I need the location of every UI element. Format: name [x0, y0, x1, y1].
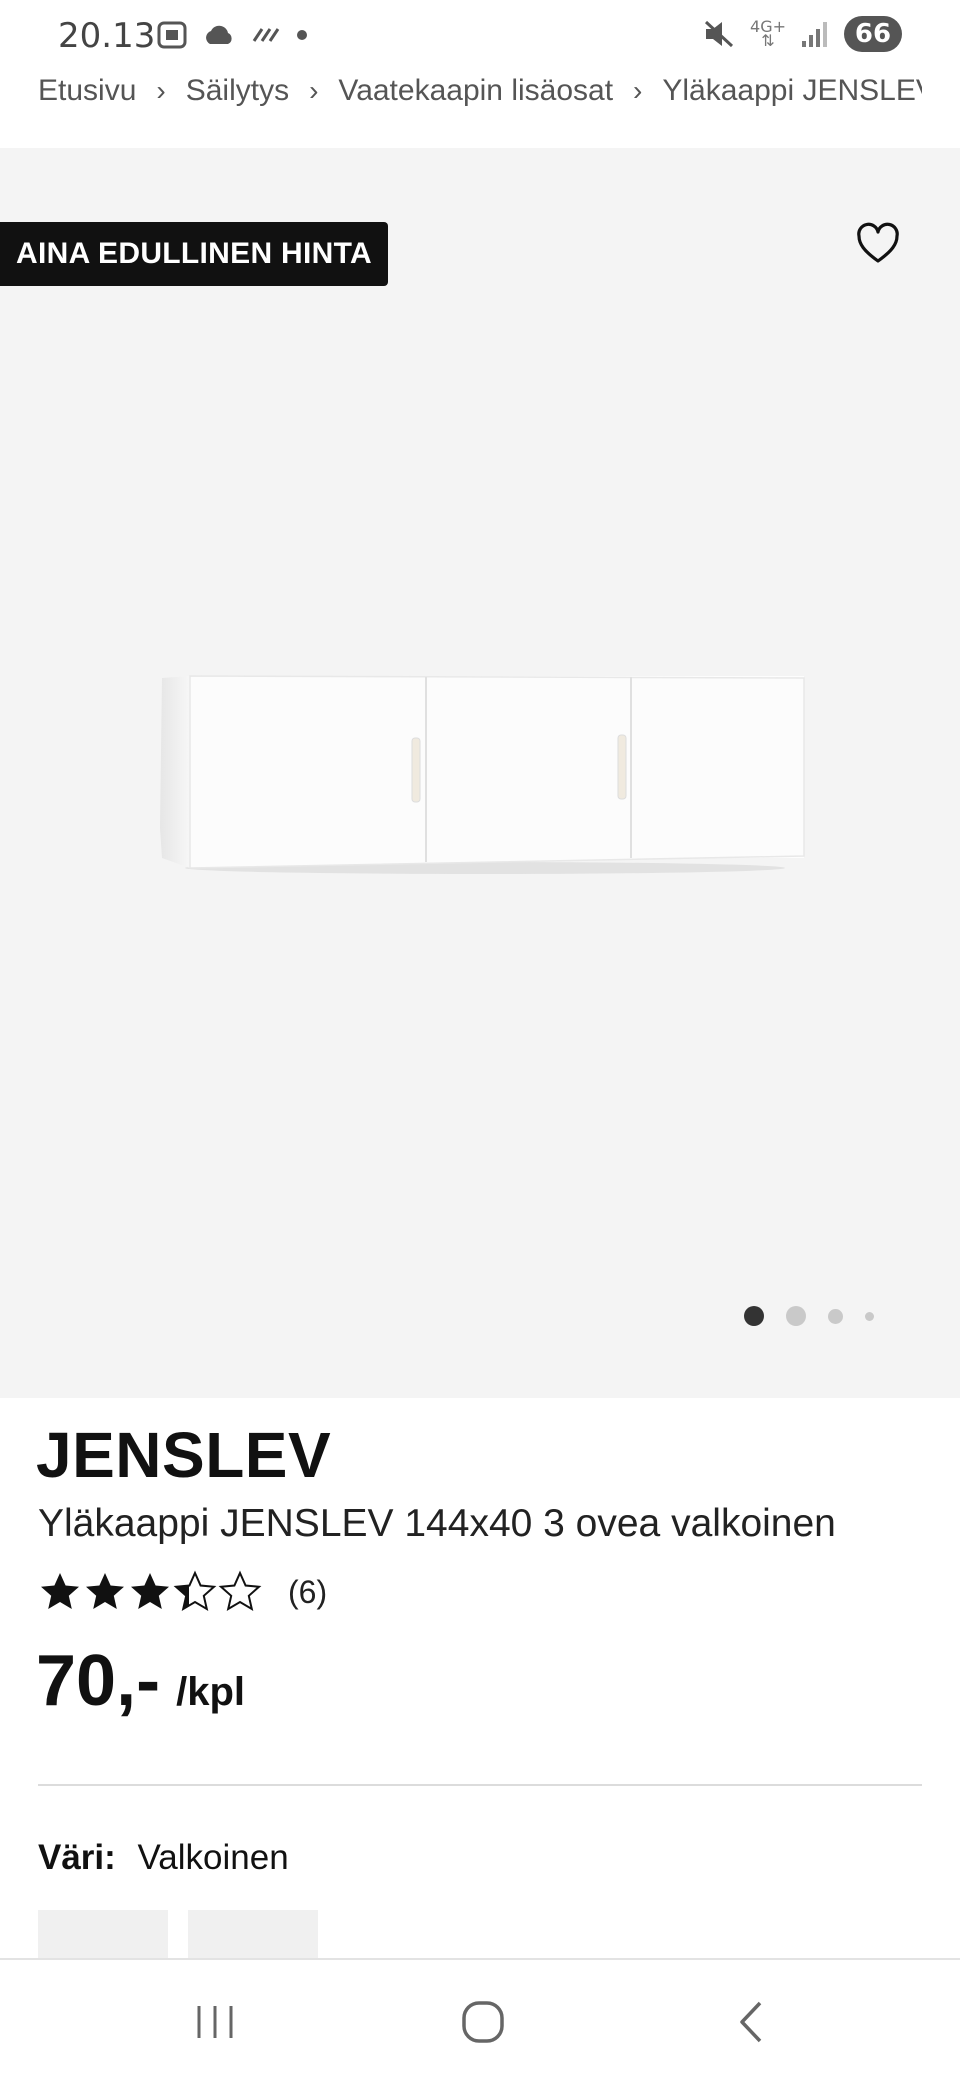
- navigation-bar: [0, 1958, 960, 2082]
- color-swatch[interactable]: [188, 1910, 318, 1960]
- home-button[interactable]: [451, 1994, 515, 2050]
- dot-icon: [297, 30, 307, 40]
- product-brand: JENSLEV: [36, 1419, 332, 1491]
- mute-icon: [704, 20, 734, 48]
- price-unit: /kpl: [176, 1670, 245, 1714]
- status-bar: 20.13 4G+ ⇅ 66: [0, 0, 960, 72]
- price-value: 70,-: [36, 1641, 161, 1721]
- star-full-icon: [86, 1573, 124, 1609]
- divider: [38, 1784, 922, 1786]
- product-image-gallery[interactable]: AINA EDULLINEN HINTA: [0, 148, 960, 1398]
- gallery-dot[interactable]: [865, 1311, 874, 1321]
- product-name: Yläkaappi JENSLEV 144x40 3 ovea valkoine…: [38, 1502, 836, 1545]
- rating-stars: [41, 1572, 260, 1610]
- screenshot-icon: [157, 21, 187, 49]
- breadcrumb-wardrobe-accessories[interactable]: Vaatekaapin lisäosat: [338, 74, 613, 108]
- breadcrumb: Etusivu › Säilytys › Vaatekaapin lisäosat › Yl…: [38, 74, 922, 116]
- color-swatch[interactable]: [38, 1910, 168, 1960]
- favorite-heart-icon[interactable]: [854, 220, 902, 268]
- rating[interactable]: (6): [38, 1570, 327, 1614]
- color-selector: Väri: Valkoinen: [38, 1838, 289, 1878]
- gallery-dot-active[interactable]: [744, 1306, 764, 1326]
- color-value: Valkoinen: [137, 1838, 289, 1877]
- recent-apps-icon: [197, 2006, 233, 2038]
- color-label: Väri:: [38, 1838, 116, 1877]
- chevron-right-icon: ›: [309, 75, 319, 106]
- battery-icon: 66: [844, 16, 902, 52]
- home-icon: [462, 2001, 504, 2043]
- breadcrumb-storage[interactable]: Säilytys: [186, 74, 289, 108]
- star-full-icon: [131, 1573, 169, 1609]
- back-button[interactable]: [720, 1994, 784, 2050]
- review-count[interactable]: (6): [288, 1574, 327, 1611]
- breadcrumb-home[interactable]: Etusivu: [38, 74, 136, 108]
- gallery-dot[interactable]: [786, 1306, 806, 1326]
- gallery-dot[interactable]: [828, 1308, 843, 1324]
- price-badge: AINA EDULLINEN HINTA: [0, 222, 388, 286]
- star-empty-icon: [220, 1572, 260, 1610]
- breadcrumb-current[interactable]: Yläkaappi JENSLEV: [662, 74, 922, 108]
- status-time: 20.13: [58, 16, 156, 56]
- price: 70,- /kpl: [36, 1640, 245, 1722]
- cloud-icon: [206, 25, 232, 44]
- product-image: [160, 675, 805, 874]
- star-full-icon: [41, 1573, 79, 1609]
- recent-apps-button[interactable]: [183, 1994, 247, 2050]
- data-icon: [252, 28, 280, 42]
- back-icon: [740, 2001, 762, 2043]
- chevron-right-icon: ›: [633, 75, 643, 106]
- gallery-pagination: [744, 1306, 874, 1326]
- chevron-right-icon: ›: [156, 75, 166, 106]
- signal-icon: [802, 22, 827, 47]
